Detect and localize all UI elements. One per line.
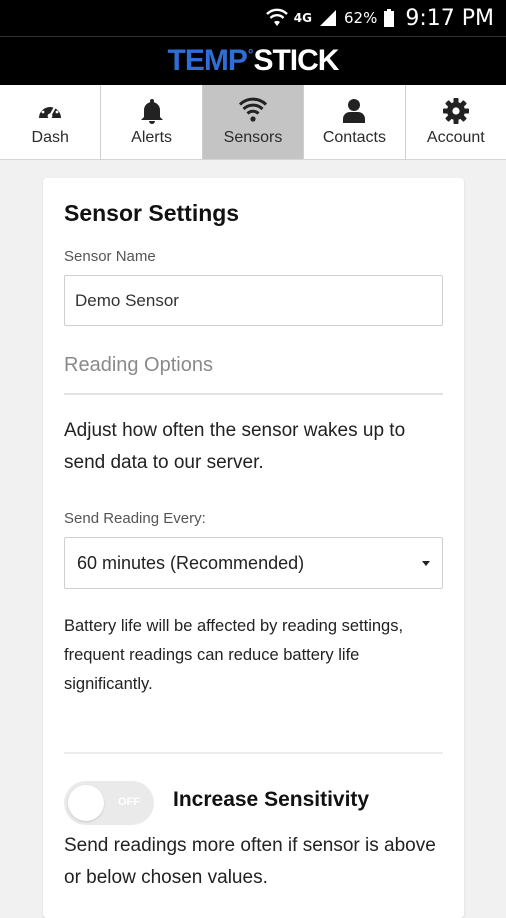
cell-signal-icon xyxy=(320,10,336,26)
toggle-knob xyxy=(68,785,104,821)
battery-note: Battery life will be affected by reading… xyxy=(64,617,404,693)
sensor-name-input[interactable] xyxy=(64,275,443,326)
dropdown-caret-icon xyxy=(422,560,430,566)
nav-tab-sensors[interactable]: Sensors xyxy=(202,85,305,159)
brand-logo-part2: STICK xyxy=(253,44,339,77)
wifi-status-icon xyxy=(265,8,288,26)
dashboard-gauge-icon xyxy=(39,102,62,119)
nav-tab-contacts[interactable]: Contacts xyxy=(304,85,406,159)
nav-tab-account[interactable]: Account xyxy=(406,85,506,159)
gear-icon xyxy=(442,98,469,124)
brand-logo: TEMP ° STICK xyxy=(167,44,340,78)
nav-tab-dash[interactable]: Dash xyxy=(0,85,102,159)
app-header: TEMP ° STICK xyxy=(0,36,506,85)
brand-logo-part1: TEMP xyxy=(167,44,248,77)
degree-mark: ° xyxy=(247,46,254,62)
increase-sensitivity-title: Increase Sensitivity xyxy=(173,788,370,811)
toggle-state-label: OFF xyxy=(118,796,140,808)
battery-icon xyxy=(384,9,395,27)
main-nav: Dash Alerts Sensors Contacts Account xyxy=(0,85,506,160)
bell-icon xyxy=(140,99,163,124)
page-title: Sensor Settings xyxy=(64,200,240,226)
status-bar: 4G 62% 9:17 PM xyxy=(0,0,506,36)
increase-sensitivity-toggle[interactable]: OFF xyxy=(64,781,154,825)
sensor-name-label: Sensor Name xyxy=(64,248,156,265)
reading-options-heading: Reading Options xyxy=(64,354,213,376)
nav-tab-contacts-label: Contacts xyxy=(322,129,386,146)
nav-tab-alerts-label: Alerts xyxy=(131,129,173,146)
nav-tab-dash-label: Dash xyxy=(31,129,69,146)
send-reading-label: Send Reading Every: xyxy=(64,510,206,527)
battery-percent: 62% xyxy=(344,9,378,27)
divider xyxy=(64,393,443,395)
network-type: 4G xyxy=(293,11,312,25)
nav-tab-account-label: Account xyxy=(426,129,485,146)
nav-tab-sensors-label: Sensors xyxy=(223,129,283,146)
person-icon xyxy=(343,99,366,123)
clock: 9:17 PM xyxy=(405,5,494,31)
send-reading-select[interactable]: 60 minutes (Recommended) xyxy=(64,537,443,589)
increase-sensitivity-description: Send readings more often if sensor is ab… xyxy=(64,835,436,888)
send-reading-value: 60 minutes (Recommended) xyxy=(77,552,305,573)
wifi-signal-icon xyxy=(239,97,268,122)
sensor-settings-card: Sensor Settings Sensor Name Reading Opti… xyxy=(43,178,464,918)
nav-tab-alerts[interactable]: Alerts xyxy=(101,85,203,159)
divider xyxy=(64,752,443,754)
reading-options-description: Adjust how often the sensor wakes up to … xyxy=(64,420,406,473)
